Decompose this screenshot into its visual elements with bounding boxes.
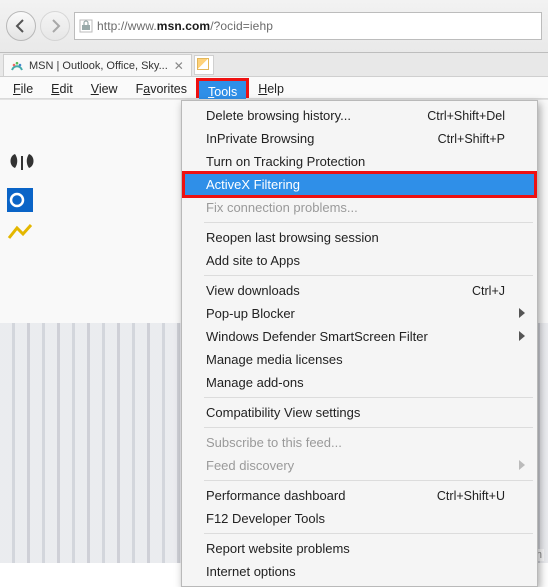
menu-item-inprivate[interactable]: InPrivate BrowsingCtrl+Shift+P xyxy=(184,127,535,150)
tab-strip: MSN | Outlook, Office, Sky... ✕ xyxy=(0,53,548,77)
tab-title: MSN | Outlook, Office, Sky... xyxy=(29,60,168,72)
page-sidebar xyxy=(3,138,203,256)
menu-separator xyxy=(204,222,533,223)
butterfly-icon xyxy=(7,148,37,178)
finance-widget[interactable] xyxy=(7,222,199,246)
arrow-right-icon xyxy=(47,18,63,34)
menu-item-manage-addons[interactable]: Manage add-ons xyxy=(184,371,535,394)
address-bar[interactable]: http://www.msn.com/?ocid=iehp xyxy=(74,12,542,40)
menu-item-popup-blocker[interactable]: Pop-up Blocker xyxy=(184,302,535,325)
menu-bar: File Edit View Favorites Tools Help xyxy=(0,77,548,99)
site-icon xyxy=(79,19,93,33)
menu-tools-highlight: Tools xyxy=(196,78,249,98)
menu-item-compat-view[interactable]: Compatibility View settings xyxy=(184,401,535,424)
address-text: http://www.msn.com/?ocid=iehp xyxy=(97,19,273,33)
chart-icon xyxy=(7,222,33,246)
menu-separator xyxy=(204,275,533,276)
menu-help[interactable]: Help xyxy=(249,78,293,98)
new-tab-button[interactable] xyxy=(194,55,214,75)
menu-item-f12-tools[interactable]: F12 Developer Tools xyxy=(184,507,535,530)
menu-item-reopen-session[interactable]: Reopen last browsing session xyxy=(184,226,535,249)
menu-favorites[interactable]: Favorites xyxy=(127,78,196,98)
menu-item-delete-history[interactable]: Delete browsing history...Ctrl+Shift+Del xyxy=(184,104,535,127)
menu-item-internet-options[interactable]: Internet options xyxy=(184,560,535,583)
title-bar: http://www.msn.com/?ocid=iehp xyxy=(0,0,548,53)
submenu-arrow-icon xyxy=(519,460,525,470)
tab-favicon xyxy=(10,59,24,73)
outlook-icon xyxy=(7,188,33,212)
menu-separator xyxy=(204,533,533,534)
menu-item-smartscreen[interactable]: Windows Defender SmartScreen Filter xyxy=(184,325,535,348)
menu-item-media-licenses[interactable]: Manage media licenses xyxy=(184,348,535,371)
menu-item-report-problems[interactable]: Report website problems xyxy=(184,537,535,560)
menu-file[interactable]: File xyxy=(4,78,42,98)
back-button[interactable] xyxy=(6,11,36,41)
arrow-left-icon xyxy=(13,18,29,34)
menu-item-tracking-protection[interactable]: Turn on Tracking Protection xyxy=(184,150,535,173)
forward-button[interactable] xyxy=(40,11,70,41)
menu-item-fix-connection[interactable]: Fix connection problems... xyxy=(184,196,535,219)
menu-item-performance-dashboard[interactable]: Performance dashboardCtrl+Shift+U xyxy=(184,484,535,507)
tab-msn[interactable]: MSN | Outlook, Office, Sky... ✕ xyxy=(3,54,192,76)
menu-separator xyxy=(204,397,533,398)
menu-view[interactable]: View xyxy=(82,78,127,98)
submenu-arrow-icon xyxy=(519,308,525,318)
outlook-widget[interactable] xyxy=(7,188,199,212)
submenu-arrow-icon xyxy=(519,331,525,341)
msn-logo xyxy=(7,148,199,178)
menu-item-add-to-apps[interactable]: Add site to Apps xyxy=(184,249,535,272)
menu-separator xyxy=(204,427,533,428)
menu-separator xyxy=(204,480,533,481)
tools-dropdown-menu: Delete browsing history...Ctrl+Shift+Del… xyxy=(181,100,538,587)
menu-item-activex-filtering[interactable]: ActiveX Filtering xyxy=(184,173,535,196)
menu-item-view-downloads[interactable]: View downloadsCtrl+J xyxy=(184,279,535,302)
menu-item-subscribe-feed[interactable]: Subscribe to this feed... xyxy=(184,431,535,454)
menu-item-feed-discovery[interactable]: Feed discovery xyxy=(184,454,535,477)
tab-close-button[interactable]: ✕ xyxy=(173,60,185,72)
menu-edit[interactable]: Edit xyxy=(42,78,82,98)
